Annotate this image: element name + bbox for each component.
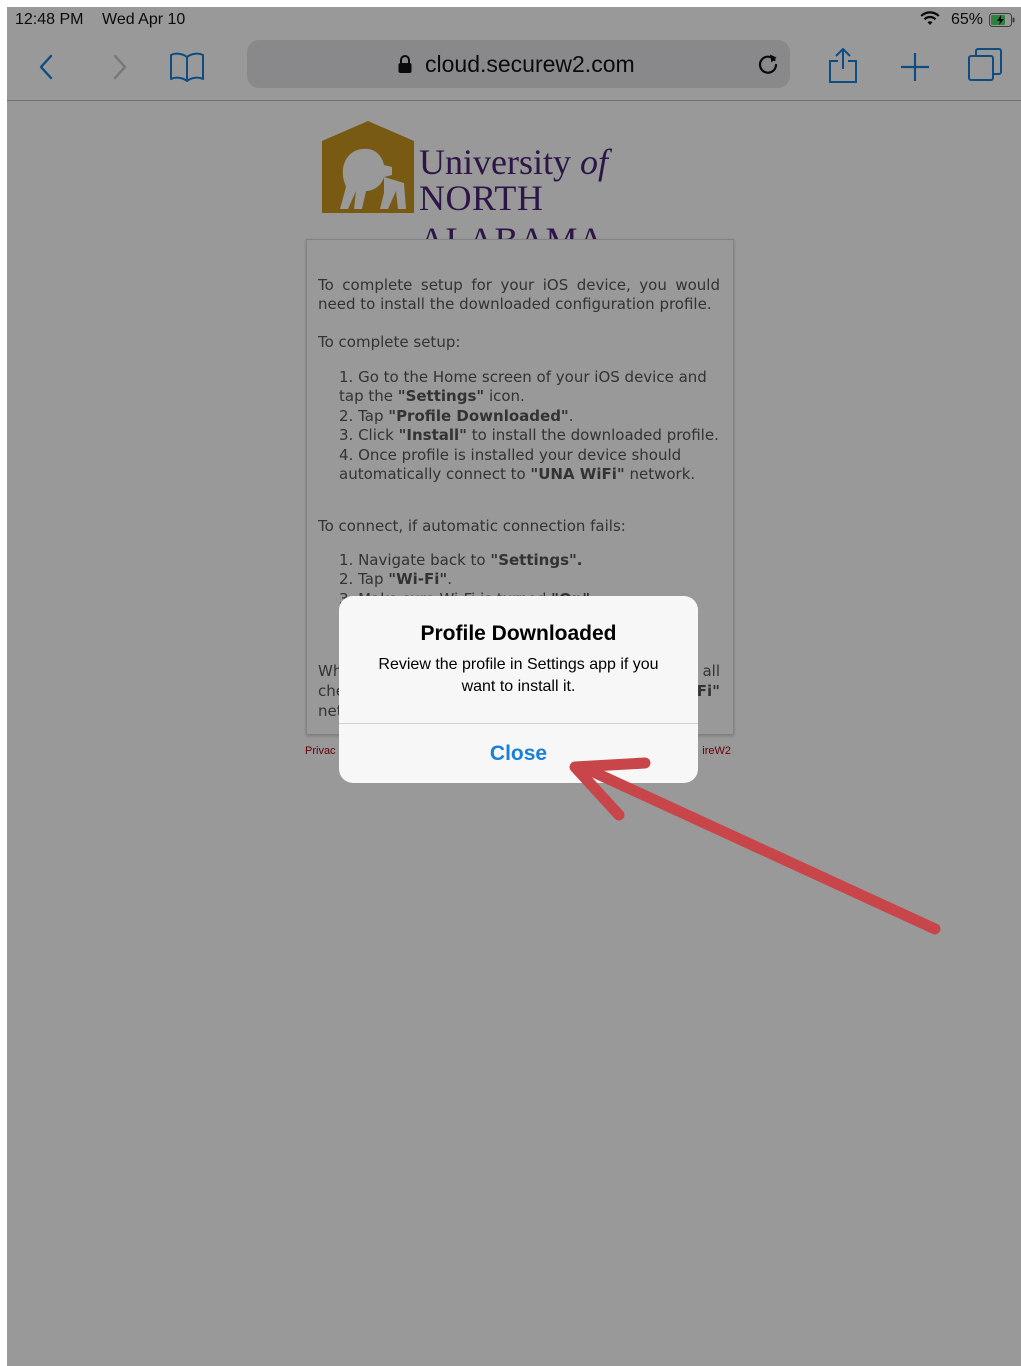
- alert-title: Profile Downloaded: [420, 622, 617, 645]
- ipad-screen: 12:48 PM Wed Apr 10 65% cloud.securew2.c…: [7, 7, 1021, 1366]
- close-button[interactable]: Close: [339, 724, 698, 783]
- alert-message: Review the profile in Settings app if yo…: [378, 656, 659, 695]
- profile-downloaded-alert: Profile Downloaded Review the profile in…: [339, 596, 698, 783]
